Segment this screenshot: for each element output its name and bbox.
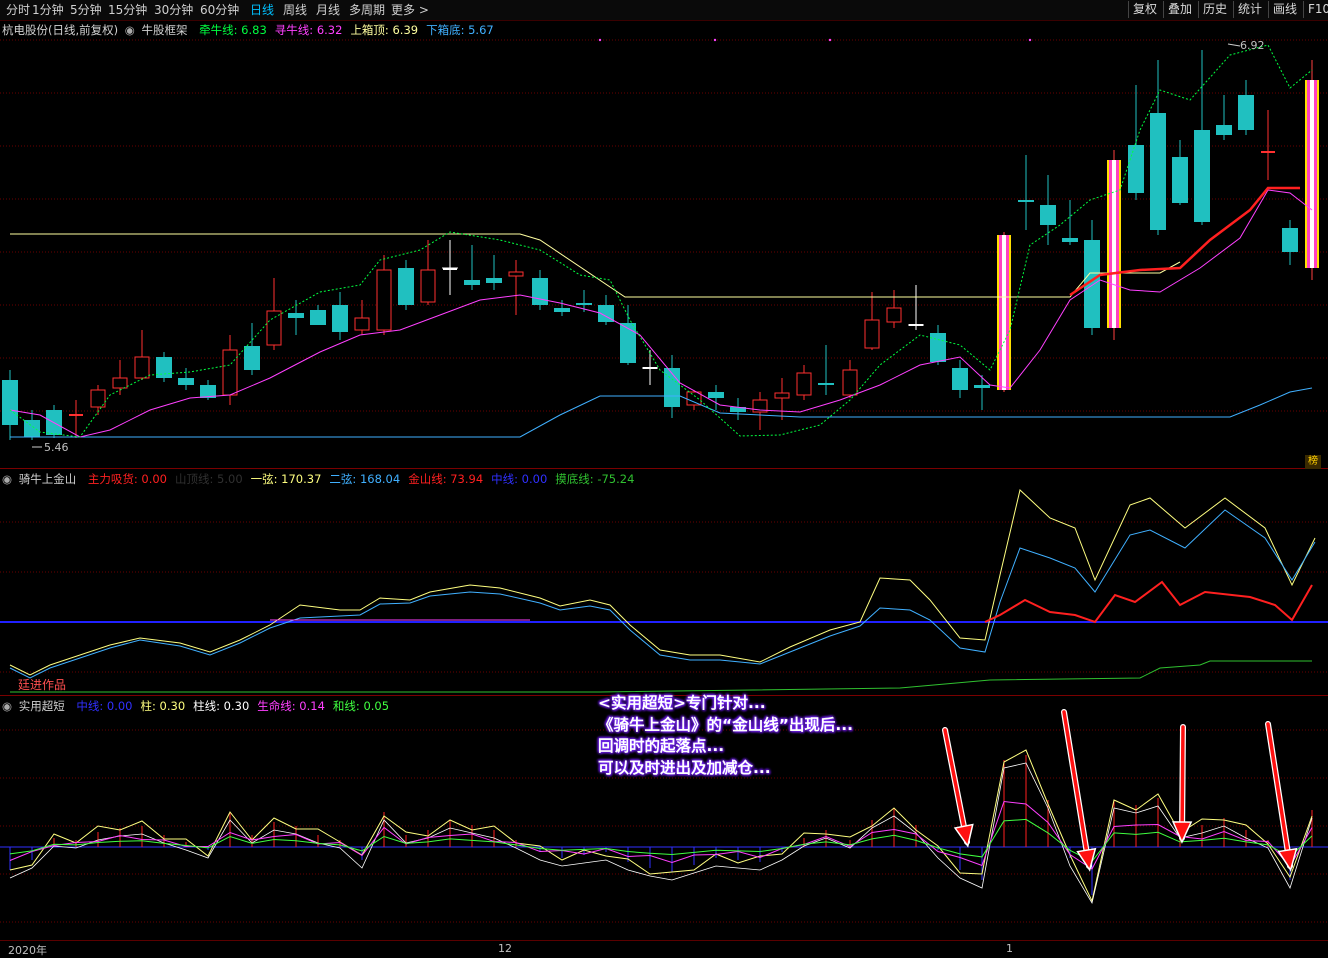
signal-arrow: [943, 728, 969, 844]
candle-body: [708, 392, 724, 398]
candle-body: [156, 357, 172, 378]
candle-body: [774, 392, 790, 399]
high-price-label: 6.92: [1240, 39, 1265, 52]
candle-body: [464, 280, 480, 285]
candle-body: [1238, 95, 1254, 130]
annotation-line: 可以及时进出及加减仓...: [598, 758, 771, 777]
candle-highlight: [1310, 80, 1314, 268]
candle-body: [1040, 205, 1056, 225]
annotation-line: 回调时的起落点...: [598, 737, 725, 755]
candle-body: [376, 269, 392, 331]
candle-highlight: [1112, 160, 1116, 328]
top-dot: [1028, 38, 1032, 42]
second-string-line: [9, 509, 1316, 679]
top-dot: [713, 38, 717, 42]
candle-body: [1172, 157, 1188, 203]
candle-body: [354, 317, 370, 331]
x-axis-label: 1: [1006, 942, 1013, 955]
candle-body: [1150, 113, 1166, 230]
x-axis-label: 2020年: [8, 944, 47, 957]
annotation-text: <实用超短>专门针对... 《骑牛上金山》的“金山线”出现后... 回调时的起落…: [598, 693, 853, 779]
first-string-line: [9, 489, 1316, 676]
candle-body: [398, 268, 414, 305]
candle-body: [864, 319, 880, 349]
kline-chart[interactable]: [0, 0, 1328, 958]
candle-body: [796, 372, 812, 396]
candle-body: [1128, 145, 1144, 193]
candle-body: [554, 308, 570, 312]
candle-body: [886, 307, 902, 323]
candle-body: [1018, 200, 1034, 202]
candle-highlight: [1002, 235, 1006, 390]
candle-body: [1282, 228, 1298, 252]
rank-badge[interactable]: 榜: [1305, 455, 1321, 469]
bottom-touch-line: [10, 660, 1312, 693]
low-price-label: 5.46: [44, 441, 69, 454]
signal-arrow: [1062, 710, 1091, 868]
candle-body: [420, 269, 436, 303]
candle-body: [2, 380, 18, 425]
candle-body: [486, 278, 502, 283]
candle-body: [244, 346, 260, 370]
candle-body: [1062, 238, 1078, 242]
candle-body: [930, 333, 946, 362]
candle-body: [818, 383, 834, 385]
candle-body: [974, 385, 990, 388]
candle-body: [576, 303, 592, 305]
candle-body: [332, 305, 348, 332]
signal-arrow-head: [953, 823, 974, 848]
candle-body: [288, 313, 304, 318]
candle-body: [1194, 130, 1210, 222]
candle-body: [620, 323, 636, 363]
candle-body: [310, 310, 326, 325]
candle-body: [112, 377, 128, 389]
top-dot: [828, 38, 832, 42]
high-pointer: [1227, 43, 1241, 47]
gold-line: [1069, 186, 1300, 297]
top-dot: [598, 38, 602, 42]
life-line: [9, 800, 1313, 870]
candle-body: [134, 356, 150, 379]
candle-body: [952, 368, 968, 390]
candle-body: [532, 278, 548, 305]
candle-body: [178, 378, 194, 385]
x-axis-label: 12: [498, 942, 512, 955]
candle-body: [842, 369, 858, 396]
candle-body: [1216, 125, 1232, 135]
candle-body: [266, 310, 282, 346]
gold-mountain-line: [984, 580, 1313, 624]
candle-body: [222, 349, 238, 396]
annotation-line: <实用超短>专门针对...: [598, 694, 766, 712]
annotation-line: 《骑牛上金山》的“金山线”出现后...: [598, 715, 854, 734]
author-credit: 廷进作品: [18, 678, 67, 692]
candle-body: [508, 271, 524, 277]
